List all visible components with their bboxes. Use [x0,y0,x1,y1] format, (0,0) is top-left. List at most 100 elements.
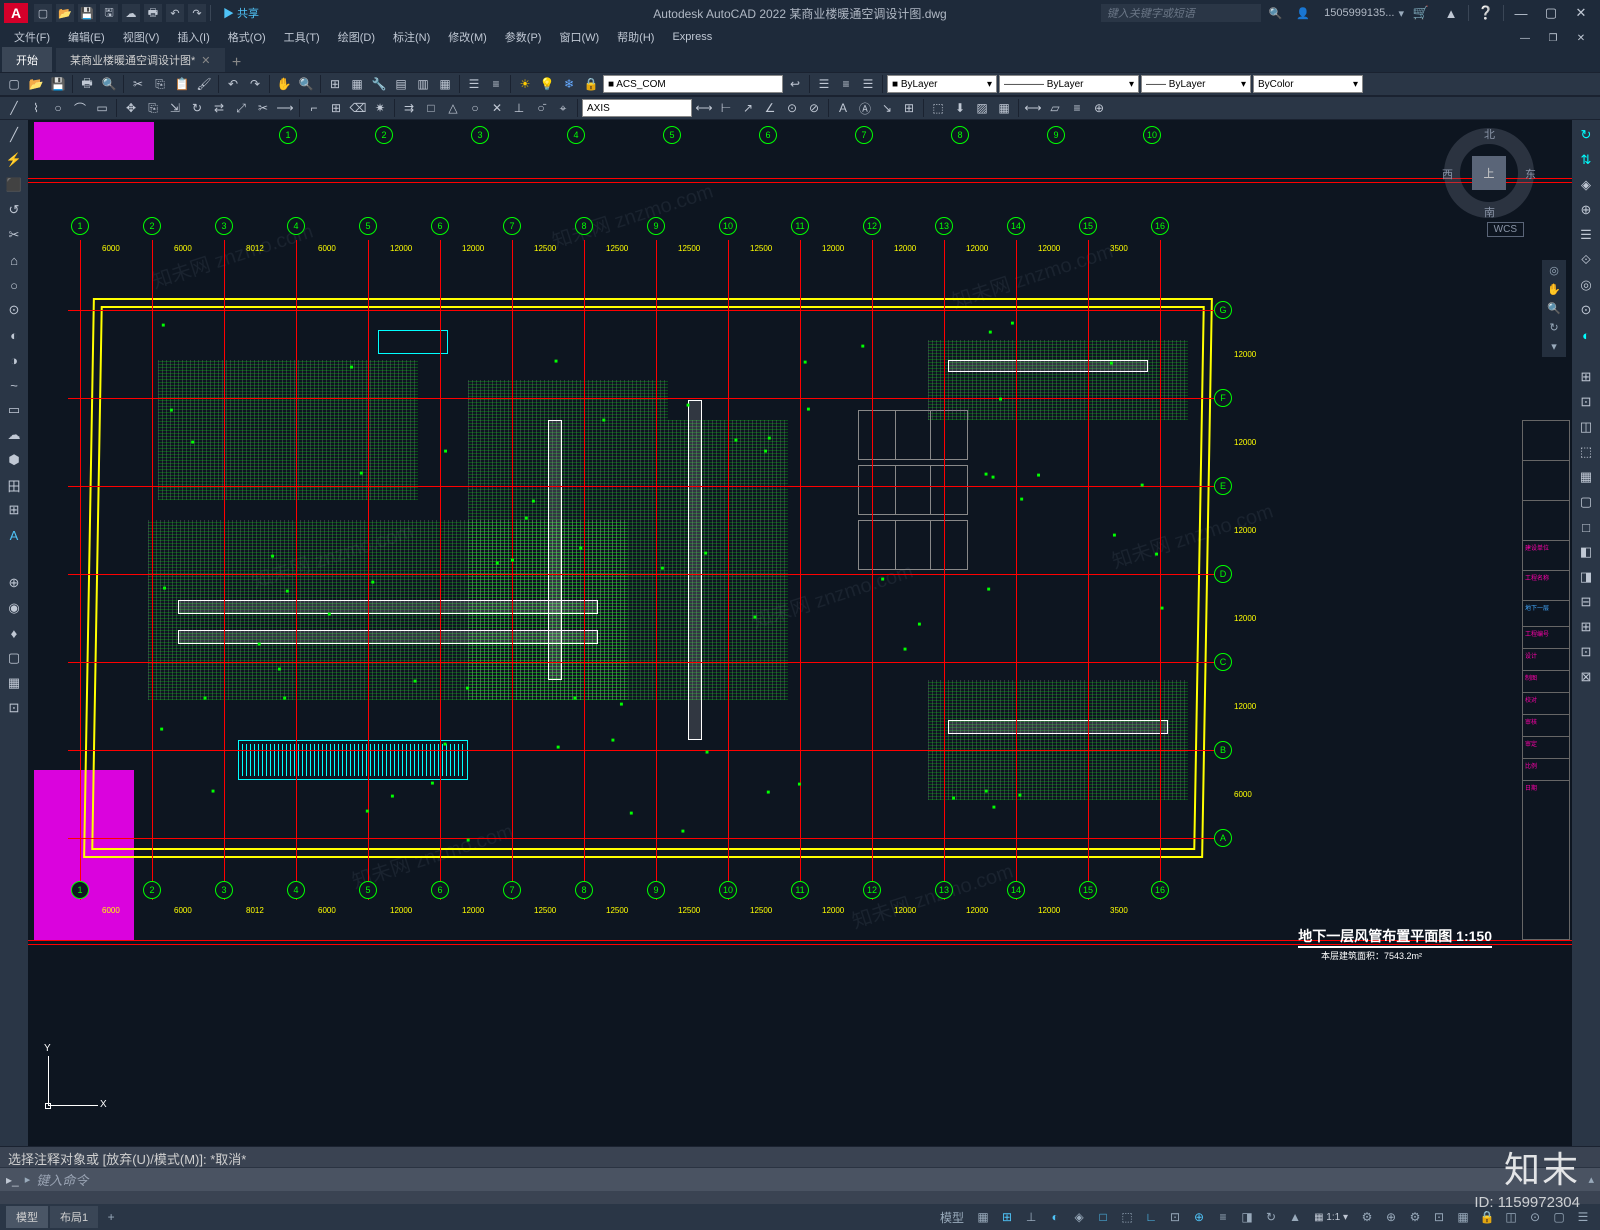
tb-sun-icon[interactable]: ☀ [515,74,535,94]
rt3-i-icon[interactable]: ◨ [1575,566,1597,588]
tb-tool-icon[interactable]: 🔧 [369,74,389,94]
lt-arc-icon[interactable]: ⌂ [3,249,25,271]
status-snap-icon[interactable]: ⊞ [996,1206,1018,1228]
tb2-text-icon[interactable]: A [833,98,853,118]
tb-bulb-icon[interactable]: 💡 [537,74,557,94]
menu-window[interactable]: 窗口(W) [551,27,607,47]
rt3-d-icon[interactable]: ⬚ [1575,441,1597,463]
tb-match-icon[interactable]: 🖌 [194,74,214,94]
document-tab[interactable]: 某商业楼暖通空调设计图* ✕ [56,48,225,72]
rt-d-icon[interactable]: ⊕ [1575,199,1597,221]
nav-show-icon[interactable]: ▾ [1551,340,1557,353]
qat-open-icon[interactable]: 📂 [56,4,74,22]
tb2-rotate-icon[interactable]: ↻ [187,98,207,118]
search-input[interactable]: 键入关键字或短语 [1101,4,1261,22]
wcs-label[interactable]: WCS [1487,222,1524,237]
tb-prop-icon[interactable]: ⊞ [325,74,345,94]
rt3-f-icon[interactable]: ▢ [1575,491,1597,513]
tb2-move-icon[interactable]: ✥ [121,98,141,118]
status-lockui-icon[interactable]: 🔒 [1476,1206,1498,1228]
tb2-leader-icon[interactable]: ↘ [877,98,897,118]
doc-close-button[interactable]: ✕ [1568,28,1594,48]
lt-insert-icon[interactable]: ▭ [3,399,25,421]
help-icon[interactable]: ❔ [1473,3,1499,23]
menu-view[interactable]: 视图(V) [115,27,168,47]
status-add-layout[interactable]: + [100,1206,122,1228]
qat-undo-icon[interactable]: ↶ [166,4,184,22]
tb2-id-icon[interactable]: ⊕ [1089,98,1109,118]
status-units-icon[interactable]: ⊡ [1428,1206,1450,1228]
command-expand-icon[interactable]: ▴ [1588,1173,1594,1186]
tb2-dimang-icon[interactable]: ∠ [760,98,780,118]
app-icon[interactable]: ▲ [1438,3,1464,23]
rt3-c-icon[interactable]: ◫ [1575,416,1597,438]
lt2-f-icon[interactable]: ⊡ [3,697,25,719]
tb2-mirror-icon[interactable]: ⇄ [209,98,229,118]
tb2-region-icon[interactable]: ▦ [994,98,1014,118]
tb2-copy-icon[interactable]: ⎘ [143,98,163,118]
tb2-trim-icon[interactable]: ✂ [253,98,273,118]
rt3-l-icon[interactable]: ⊡ [1575,641,1597,663]
lt-revcloud-icon[interactable]: ⊙ [3,299,25,321]
menu-dimension[interactable]: 标注(N) [385,27,438,47]
status-ws-icon[interactable]: ⚙ [1404,1206,1426,1228]
search-icon[interactable]: 🔍 [1269,7,1283,20]
status-ducs-icon[interactable]: ⊡ [1164,1206,1186,1228]
tb-lock-icon[interactable]: 🔒 [581,74,601,94]
close-button[interactable]: ✕ [1568,3,1594,23]
tb2-snap-int-icon[interactable]: ✕ [487,98,507,118]
linetype-dropdown[interactable]: ———— ByLayer▾ [999,75,1139,93]
tb-open-icon[interactable]: 📂 [26,74,46,94]
viewcube-west[interactable]: 西 [1442,166,1453,182]
ucs-icon[interactable]: X Y [48,1046,108,1106]
tb2-snap-cen-icon[interactable]: ○ [465,98,485,118]
tb-copy-icon[interactable]: ⎘ [150,74,170,94]
tb2-stretch-icon[interactable]: ⇲ [165,98,185,118]
share-button[interactable]: ▶ 共享 [223,5,259,21]
qat-save-icon[interactable]: 💾 [78,4,96,22]
rt3-g-icon[interactable]: □ [1575,516,1597,538]
nav-wheel-icon[interactable]: ◎ [1549,264,1559,277]
menu-format[interactable]: 格式(O) [220,27,274,47]
status-lwt-icon[interactable]: ≡ [1212,1206,1234,1228]
tb2-insert-icon[interactable]: ⬇ [950,98,970,118]
tb2-line-icon[interactable]: ╱ [4,98,24,118]
tb2-erase-icon[interactable]: ⌫ [348,98,368,118]
color-dropdown[interactable]: ■ ByLayer▾ [887,75,997,93]
tb2-table-icon[interactable]: ⊞ [899,98,919,118]
tb-cut-icon[interactable]: ✂ [128,74,148,94]
status-osnap-icon[interactable]: □ [1092,1206,1114,1228]
menu-insert[interactable]: 插入(I) [169,27,217,47]
tb-make-current-icon[interactable]: ☰ [814,74,834,94]
status-gear-icon[interactable]: ⚙ [1356,1206,1378,1228]
drawing-canvas[interactable]: 知未网 znzmo.com 知未网 znzmo.com 知未网 znzmo.co… [28,120,1572,1146]
tb2-rect-icon[interactable]: ▭ [92,98,112,118]
tb-pan-icon[interactable]: ✋ [274,74,294,94]
dimstyle-dropdown[interactable]: AXIS [582,99,692,117]
tb2-hatch-icon[interactable]: ▨ [972,98,992,118]
tb-calc-icon[interactable]: ▦ [435,74,455,94]
tb2-dimlin-icon[interactable]: ⊢ [716,98,736,118]
rt3-m-icon[interactable]: ⊠ [1575,666,1597,688]
tb2-circle-icon[interactable]: ○ [48,98,68,118]
viewcube-north[interactable]: 北 [1484,126,1495,142]
lt2-a-icon[interactable]: ⊕ [3,572,25,594]
status-iso2-icon[interactable]: ◫ [1500,1206,1522,1228]
status-clean-icon[interactable]: ▢ [1548,1206,1570,1228]
lt2-e-icon[interactable]: ▦ [3,672,25,694]
layer-dropdown[interactable]: ■ ACS_COM [603,75,783,93]
tb2-scale-icon[interactable]: ⤢ [231,98,251,118]
tb-layers-icon[interactable]: ☰ [858,74,878,94]
rt-f-icon[interactable]: ⟐ [1575,249,1597,271]
rt-a-icon[interactable]: ↻ [1575,124,1597,146]
app-logo[interactable]: A [4,3,28,23]
lt2-d-icon[interactable]: ▢ [3,647,25,669]
tb-redo-icon[interactable]: ↷ [245,74,265,94]
tb-plot-icon[interactable]: 🖶 [77,74,97,94]
status-scale[interactable]: ▦ 1:1 ▾ [1308,1212,1354,1223]
tb2-arc-icon[interactable]: ⌒ [70,98,90,118]
status-tab-model[interactable]: 模型 [6,1206,48,1228]
tb-layer-states-icon[interactable]: ≡ [486,74,506,94]
lt-gradient-icon[interactable]: ⊞ [3,499,25,521]
status-otrack-icon[interactable]: ∟ [1140,1206,1162,1228]
